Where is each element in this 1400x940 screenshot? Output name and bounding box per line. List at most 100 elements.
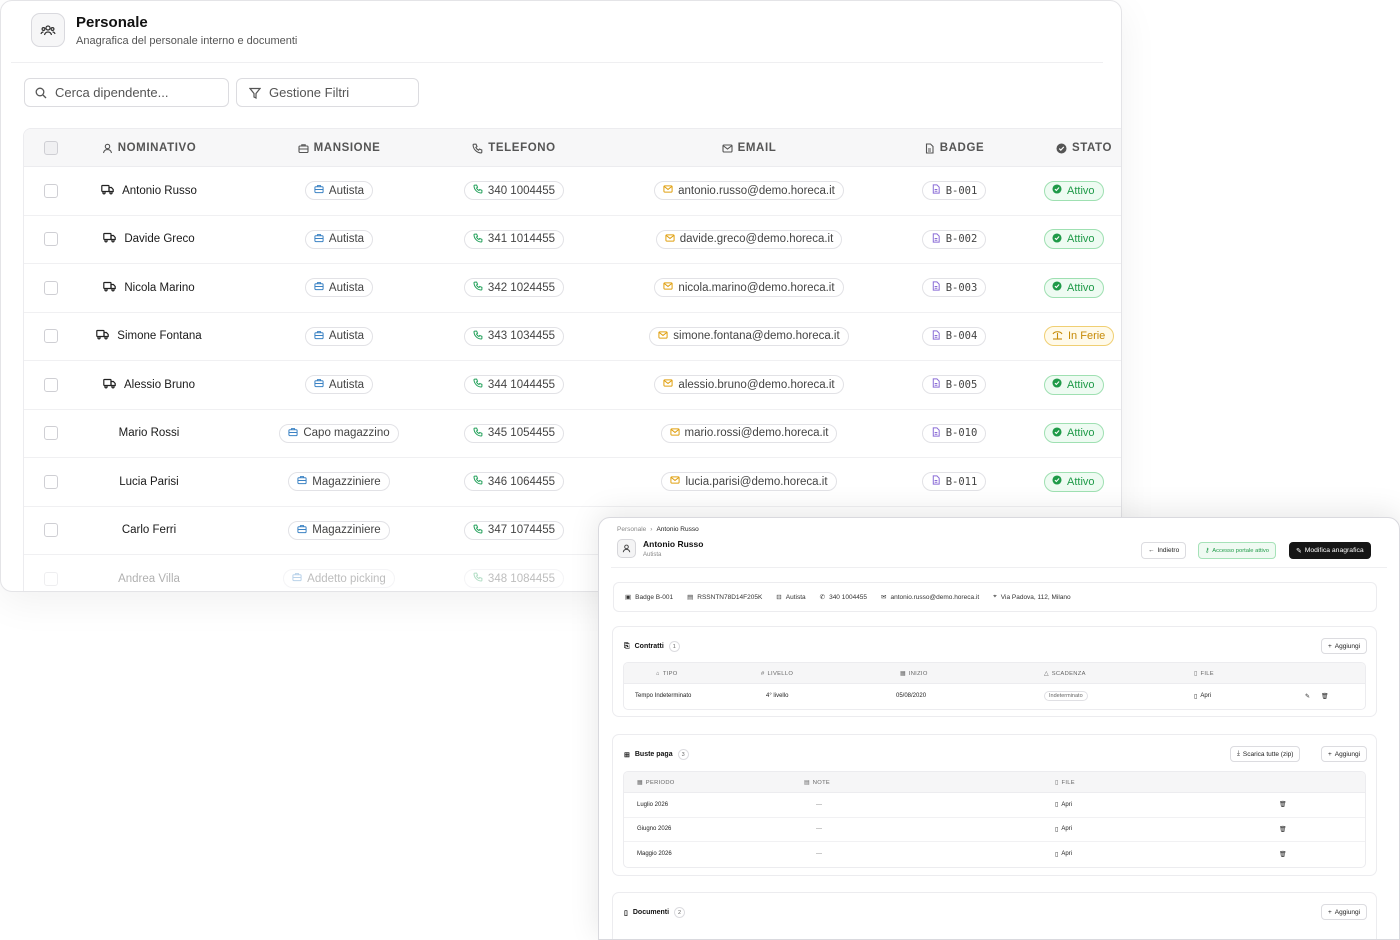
table-row[interactable]: Davide Greco Autista 341 1014455 davide.gre… <box>24 216 1121 264</box>
page-subtitle: Anagrafica del personale interno e docum… <box>76 34 298 47</box>
phone-pill[interactable]: 347 1074455 <box>463 520 565 540</box>
buste-count: 3 <box>677 749 689 760</box>
breadcrumb-personale[interactable]: Personale <box>617 526 646 533</box>
phone-pill[interactable]: 345 1054455 <box>463 423 565 443</box>
download-all-button[interactable]: ⤓ Scarica tutte (zip) <box>1230 746 1301 762</box>
col-tipo: ⌂ TIPO <box>656 670 678 677</box>
map-pin-icon: ⌖ <box>993 593 997 600</box>
mail-icon <box>663 281 674 294</box>
filter-label: Gestione Filtri <box>269 85 350 100</box>
row-checkbox[interactable] <box>41 458 61 506</box>
row-checkbox[interactable] <box>41 361 61 409</box>
plus-icon: + <box>1328 908 1332 916</box>
col-telefono[interactable]: TELEFONO <box>444 129 584 167</box>
col-badge[interactable]: BADGE <box>899 129 1009 167</box>
contract-scadenza: Indeterminato <box>1044 691 1088 702</box>
phone-pill[interactable]: 346 1064455 <box>463 472 565 492</box>
col-stato[interactable]: STATO <box>1044 129 1121 167</box>
employee-name-cell[interactable]: Andrea Villa <box>118 573 180 585</box>
phone-pill[interactable]: 342 1024455 <box>463 278 565 298</box>
employee-info-card: ▣ Badge B-001 ▤ RSSNTN78D14F205K ⊟ Autista … <box>613 582 1377 612</box>
search-input[interactable]: Cerca dipendente... <box>24 78 229 107</box>
phone-pill[interactable]: 348 1084455 <box>463 569 565 589</box>
add-document-button[interactable]: + Aggiungi <box>1321 904 1368 920</box>
employee-name-cell[interactable]: Carlo Ferri <box>122 524 176 536</box>
hash-icon: # <box>761 670 765 677</box>
status-badge: In Ferie <box>1044 326 1115 347</box>
table-row[interactable]: Simone Fontana Autista 343 1034455 simone.f… <box>24 313 1121 361</box>
row-checkbox[interactable] <box>41 264 61 312</box>
contract-tipo: Tempo Indeterminato <box>635 693 692 700</box>
edit-profile-button[interactable]: ✎ Modifica anagrafica <box>1289 542 1371 559</box>
employee-name-cell[interactable]: Lucia Parisi <box>119 476 178 488</box>
row-checkbox[interactable] <box>41 555 61 591</box>
email-pill[interactable]: nicola.marino@demo.horeca.it <box>654 278 844 298</box>
col-email[interactable]: EMAIL <box>664 129 834 167</box>
avatar <box>617 539 636 558</box>
file-icon: ▯ <box>1055 851 1059 858</box>
email-pill[interactable]: lucia.parisi@demo.horeca.it <box>661 472 837 492</box>
filter-button[interactable]: Gestione Filtri <box>236 78 419 107</box>
table-row[interactable]: Mario Rossi Capo magazzino 345 1054455 mari… <box>24 410 1121 458</box>
badge-icon <box>931 233 941 246</box>
col-mansione[interactable]: MANSIONE <box>264 129 414 167</box>
open-payslip-link[interactable]: ▯ Apri <box>1055 793 1072 817</box>
briefcase-icon <box>288 427 298 440</box>
payslips-header: ▦ PERIODO ▤ NOTE ▯ FILE <box>624 772 1365 793</box>
phone-pill[interactable]: 341 1014455 <box>463 229 565 249</box>
email-pill[interactable]: davide.greco@demo.horeca.it <box>655 229 843 249</box>
add-payslip-button[interactable]: + Aggiungi <box>1321 746 1368 762</box>
row-checkbox[interactable] <box>41 167 61 215</box>
back-button[interactable]: ← Indietro <box>1141 542 1187 559</box>
col-nominativo[interactable]: NOMINATIVO <box>79 129 219 167</box>
phone-icon <box>473 330 483 343</box>
row-checkbox[interactable] <box>41 507 61 555</box>
phone-icon <box>473 475 483 488</box>
row-checkbox[interactable] <box>41 216 61 264</box>
mail-icon <box>663 378 674 391</box>
add-contract-button[interactable]: + Aggiungi <box>1321 638 1368 654</box>
select-all-checkbox[interactable] <box>41 129 61 167</box>
delete-payslip-icon[interactable]: 🗑 <box>1279 842 1287 867</box>
email-pill[interactable]: mario.rossi@demo.horeca.it <box>660 423 838 443</box>
open-contract-link[interactable]: ▯ Apri <box>1194 684 1211 709</box>
phone-pill[interactable]: 344 1044455 <box>463 375 565 395</box>
delete-payslip-icon[interactable]: 🗑 <box>1279 793 1287 817</box>
employee-name-cell[interactable]: Alessio Bruno <box>103 378 195 392</box>
email-pill[interactable]: antonio.russo@demo.horeca.it <box>654 181 844 201</box>
open-payslip-link[interactable]: ▯ Apri <box>1055 842 1072 867</box>
delete-payslip-icon[interactable]: 🗑 <box>1279 818 1287 842</box>
employee-name-cell[interactable]: Antonio Russo <box>101 184 197 198</box>
table-row[interactable]: Antonio Russo Autista 340 1004455 antonio.r… <box>24 167 1121 216</box>
download-icon: ⤓ <box>1237 750 1240 757</box>
role-pill: Magazziniere <box>288 520 390 540</box>
file-icon: ▯ <box>1055 826 1059 833</box>
payslips-table: ▦ PERIODO ▤ NOTE ▯ FILE Luglio 2026— ▯ Apri 🗑 G… <box>623 771 1366 868</box>
info-email[interactable]: ✉ antonio.russo@demo.horeca.it <box>881 593 979 602</box>
team-icon <box>31 13 65 47</box>
table-row[interactable]: Alessio Bruno Autista 344 1044455 alessio.b… <box>24 361 1121 410</box>
edit-contract-icon[interactable]: ✎ <box>1305 684 1310 709</box>
table-row[interactable]: Nicola Marino Autista 342 1024455 nicola.ma… <box>24 264 1121 313</box>
phone-pill[interactable]: 340 1004455 <box>463 181 565 201</box>
open-payslip-link[interactable]: ▯ Apri <box>1055 818 1072 842</box>
email-pill[interactable]: simone.fontana@demo.horeca.it <box>649 326 849 346</box>
role-pill: Addetto picking <box>283 569 395 589</box>
row-checkbox[interactable] <box>41 313 61 361</box>
payslip-note: — <box>816 826 822 833</box>
briefcase-icon <box>297 524 307 537</box>
phone-icon <box>473 524 483 537</box>
delete-contract-icon[interactable]: 🗑 <box>1321 684 1329 709</box>
table-header: NOMINATIVO MANSIONE TELEFONO EMAIL BADGE… <box>24 129 1121 167</box>
row-checkbox[interactable] <box>41 410 61 458</box>
employee-name-cell[interactable]: Davide Greco <box>103 232 195 246</box>
phone-pill[interactable]: 343 1034455 <box>463 326 565 346</box>
employee-name-cell[interactable]: Simone Fontana <box>96 329 202 343</box>
email-pill[interactable]: alessio.bruno@demo.horeca.it <box>654 375 844 395</box>
col-file: ▯ FILE <box>1194 670 1214 677</box>
table-row[interactable]: Lucia Parisi Magazziniere 346 1064455 lucia… <box>24 458 1121 507</box>
info-phone[interactable]: ✆ 340 1004455 <box>820 593 867 602</box>
employee-name-cell[interactable]: Nicola Marino <box>103 281 195 295</box>
employee-name-cell[interactable]: Mario Rossi <box>119 427 180 439</box>
breadcrumb-current: Antonio Russo <box>656 526 699 533</box>
